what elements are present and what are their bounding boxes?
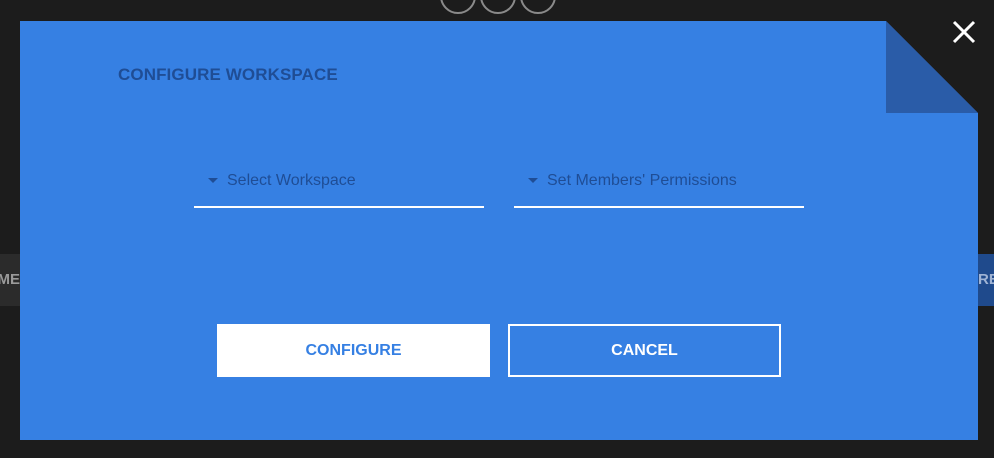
- set-permissions-dropdown[interactable]: Set Members' Permissions: [514, 169, 804, 208]
- background-tab-left-label: ME: [0, 271, 20, 288]
- close-icon: [952, 20, 976, 44]
- cancel-button[interactable]: CANCEL: [508, 324, 781, 377]
- circle-icon: [440, 0, 476, 14]
- circle-icon: [520, 0, 556, 14]
- close-button[interactable]: [950, 18, 978, 46]
- set-permissions-placeholder: Set Members' Permissions: [547, 172, 737, 189]
- select-workspace-placeholder: Select Workspace: [227, 172, 356, 189]
- configure-button[interactable]: CONFIGURE: [217, 324, 490, 377]
- select-workspace-dropdown[interactable]: Select Workspace: [194, 169, 484, 208]
- caret-down-icon: [528, 178, 538, 183]
- dialog-title: CONFIGURE WORKSPACE: [118, 65, 338, 84]
- circle-icon: [480, 0, 516, 14]
- background-logo-circles: [440, 0, 558, 14]
- configure-workspace-dialog: CONFIGURE WORKSPACE Select Workspace Set…: [20, 21, 978, 440]
- background-tab-right: RES: [978, 254, 994, 306]
- background-tab-right-label: RES: [978, 271, 994, 288]
- caret-down-icon: [208, 178, 218, 183]
- background-tab-left: ME: [0, 254, 20, 306]
